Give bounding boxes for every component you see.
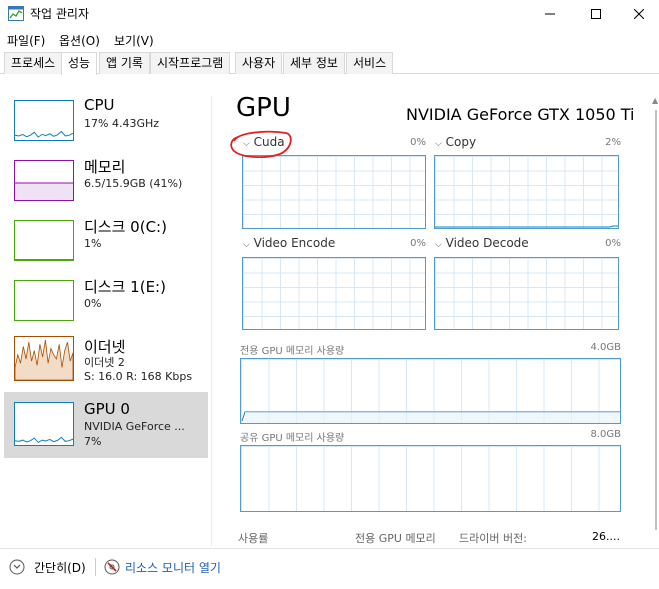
engine-label: Cuda (253, 135, 285, 149)
engine-percent: 0% (410, 238, 426, 249)
driver-version-value: 26.... (592, 530, 620, 543)
chevron-down-icon: ⌵ (435, 240, 442, 250)
scrollbar-thumb[interactable] (655, 110, 657, 530)
sidebar-item-detail: 0% (84, 297, 102, 310)
sidebar-item-disk-0[interactable]: 디스크 0(C:) 1% (4, 210, 208, 270)
sidebar-item-usage: 7% (84, 435, 102, 448)
sidebar-item-detail: 1% (84, 237, 102, 250)
sidebar-item-detail: NVIDIA GeForce ... (84, 420, 185, 433)
pane-divider[interactable] (211, 96, 212, 546)
minimize-button[interactable] (527, 0, 573, 28)
sidebar-item-ethernet[interactable]: 이더넷 이더넷 2 S: 16.0 R: 168 Kbps (4, 330, 208, 390)
resource-sidebar: CPU 17% 4.43GHz 메모리 6.5/15.9GB (41%) 디스크… (0, 86, 212, 540)
tab-startup[interactable]: 시작프로그램 (150, 52, 231, 74)
disk-0-thumbnail-graph (14, 220, 74, 261)
engine-percent: 0% (605, 238, 621, 249)
gpu-model-name: NVIDIA GeForce GTX 1050 Ti (406, 105, 635, 124)
engine-label: Video Decode (445, 236, 529, 250)
chevron-down-icon: ⌵ (435, 139, 442, 149)
sidebar-item-detail: 이더넷 2 (84, 356, 125, 369)
disk-1-thumbnail-graph (14, 280, 74, 321)
engine-selector-cuda[interactable]: ⌵ Cuda (243, 135, 285, 149)
video-decode-graph (434, 257, 619, 330)
tab-bar: 프로세스 성능 앱 기록 시작프로그램 사용자 세부 정보 서비스 (0, 52, 659, 75)
engine-selector-video-encode[interactable]: ⌵ Video Encode (243, 236, 335, 250)
sidebar-item-title: CPU (84, 96, 115, 114)
task-manager-icon (8, 6, 24, 21)
chevron-down-icon: ⌵ (243, 139, 250, 149)
chevron-down-icon: ⌵ (243, 240, 250, 250)
sidebar-item-detail: 6.5/15.9GB (41%) (84, 177, 183, 190)
tab-app-history[interactable]: 앱 기록 (99, 52, 150, 74)
sidebar-item-memory[interactable]: 메모리 6.5/15.9GB (41%) (4, 150, 208, 210)
sidebar-item-title: 디스크 0(C:) (84, 218, 167, 236)
maximize-button[interactable] (573, 0, 619, 28)
engine-percent: 0% (410, 137, 426, 148)
cpu-thumbnail-graph (14, 100, 74, 141)
menu-file[interactable]: 파일(F) (7, 32, 45, 49)
window-title: 작업 관리자 (30, 7, 90, 21)
sidebar-item-speed: S: 16.0 R: 168 Kbps (84, 370, 193, 383)
copy-graph (434, 155, 619, 229)
engine-percent: 2% (605, 137, 621, 148)
menu-bar: 파일(F) 옵션(O) 보기(V) (0, 28, 659, 50)
maximize-icon (591, 9, 601, 19)
dedicated-memory-graph (240, 358, 621, 424)
shared-memory-max: 8.0GB (590, 429, 621, 440)
scroll-up-icon[interactable]: ▲ (652, 96, 658, 105)
sidebar-item-disk-1[interactable]: 디스크 1(E:) 0% (4, 270, 208, 330)
tab-users[interactable]: 사용자 (235, 52, 283, 74)
dedicated-memory-max: 4.0GB (590, 342, 621, 353)
engine-selector-copy[interactable]: ⌵ Copy (435, 135, 476, 149)
tab-services[interactable]: 서비스 (346, 52, 394, 74)
video-encode-graph (242, 257, 426, 330)
open-resource-monitor-link[interactable]: 리소스 모니터 열기 (125, 559, 221, 576)
dedicated-stat-label: 전용 GPU 메모리 (355, 532, 436, 545)
sidebar-item-cpu[interactable]: CPU 17% 4.43GHz (4, 90, 208, 150)
engine-selector-video-decode[interactable]: ⌵ Video Decode (435, 236, 529, 250)
memory-thumbnail-graph (14, 160, 74, 201)
sidebar-item-gpu-0[interactable]: GPU 0 NVIDIA GeForce ... 7% (4, 392, 208, 458)
driver-version-label: 드라이버 버전: (459, 532, 527, 545)
collapse-icon[interactable] (9, 559, 25, 575)
tab-details[interactable]: 세부 정보 (283, 52, 345, 74)
menu-view[interactable]: 보기(V) (114, 32, 154, 49)
footer: 간단히(D) 리소스 모니터 열기 (0, 548, 659, 589)
footer-divider (95, 558, 96, 576)
tab-processes[interactable]: 프로세스 (4, 52, 63, 74)
fewer-details-button[interactable]: 간단히(D) (34, 559, 86, 576)
tab-performance[interactable]: 성능 (61, 52, 98, 75)
usage-stat-label: 사용률 (238, 532, 269, 545)
engine-label: Copy (445, 135, 477, 149)
sidebar-item-title: 메모리 (84, 158, 126, 176)
sidebar-item-title: 디스크 1(E:) (84, 278, 166, 296)
close-icon (634, 9, 644, 19)
sidebar-item-title: GPU 0 (84, 400, 130, 418)
dedicated-memory-line (241, 411, 620, 423)
menu-options[interactable]: 옵션(O) (59, 32, 100, 49)
engine-label: Video Encode (253, 236, 336, 250)
scrollbar[interactable]: ▲ (650, 96, 659, 540)
resource-monitor-icon (104, 559, 120, 575)
minimize-icon (545, 13, 555, 15)
cuda-graph (242, 155, 426, 229)
title-bar: 작업 관리자 (0, 0, 659, 28)
dedicated-memory-label: 전용 GPU 메모리 사용량 (240, 346, 345, 357)
shared-memory-label: 공유 GPU 메모리 사용량 (240, 433, 345, 444)
ethernet-thumbnail-graph (14, 336, 74, 381)
shared-memory-graph (240, 445, 621, 512)
close-button[interactable] (619, 0, 659, 28)
gpu-thumbnail-graph (14, 402, 74, 446)
copy-graph-line (435, 225, 618, 228)
page-title: GPU (236, 93, 291, 123)
sidebar-item-detail: 17% 4.43GHz (84, 117, 160, 130)
